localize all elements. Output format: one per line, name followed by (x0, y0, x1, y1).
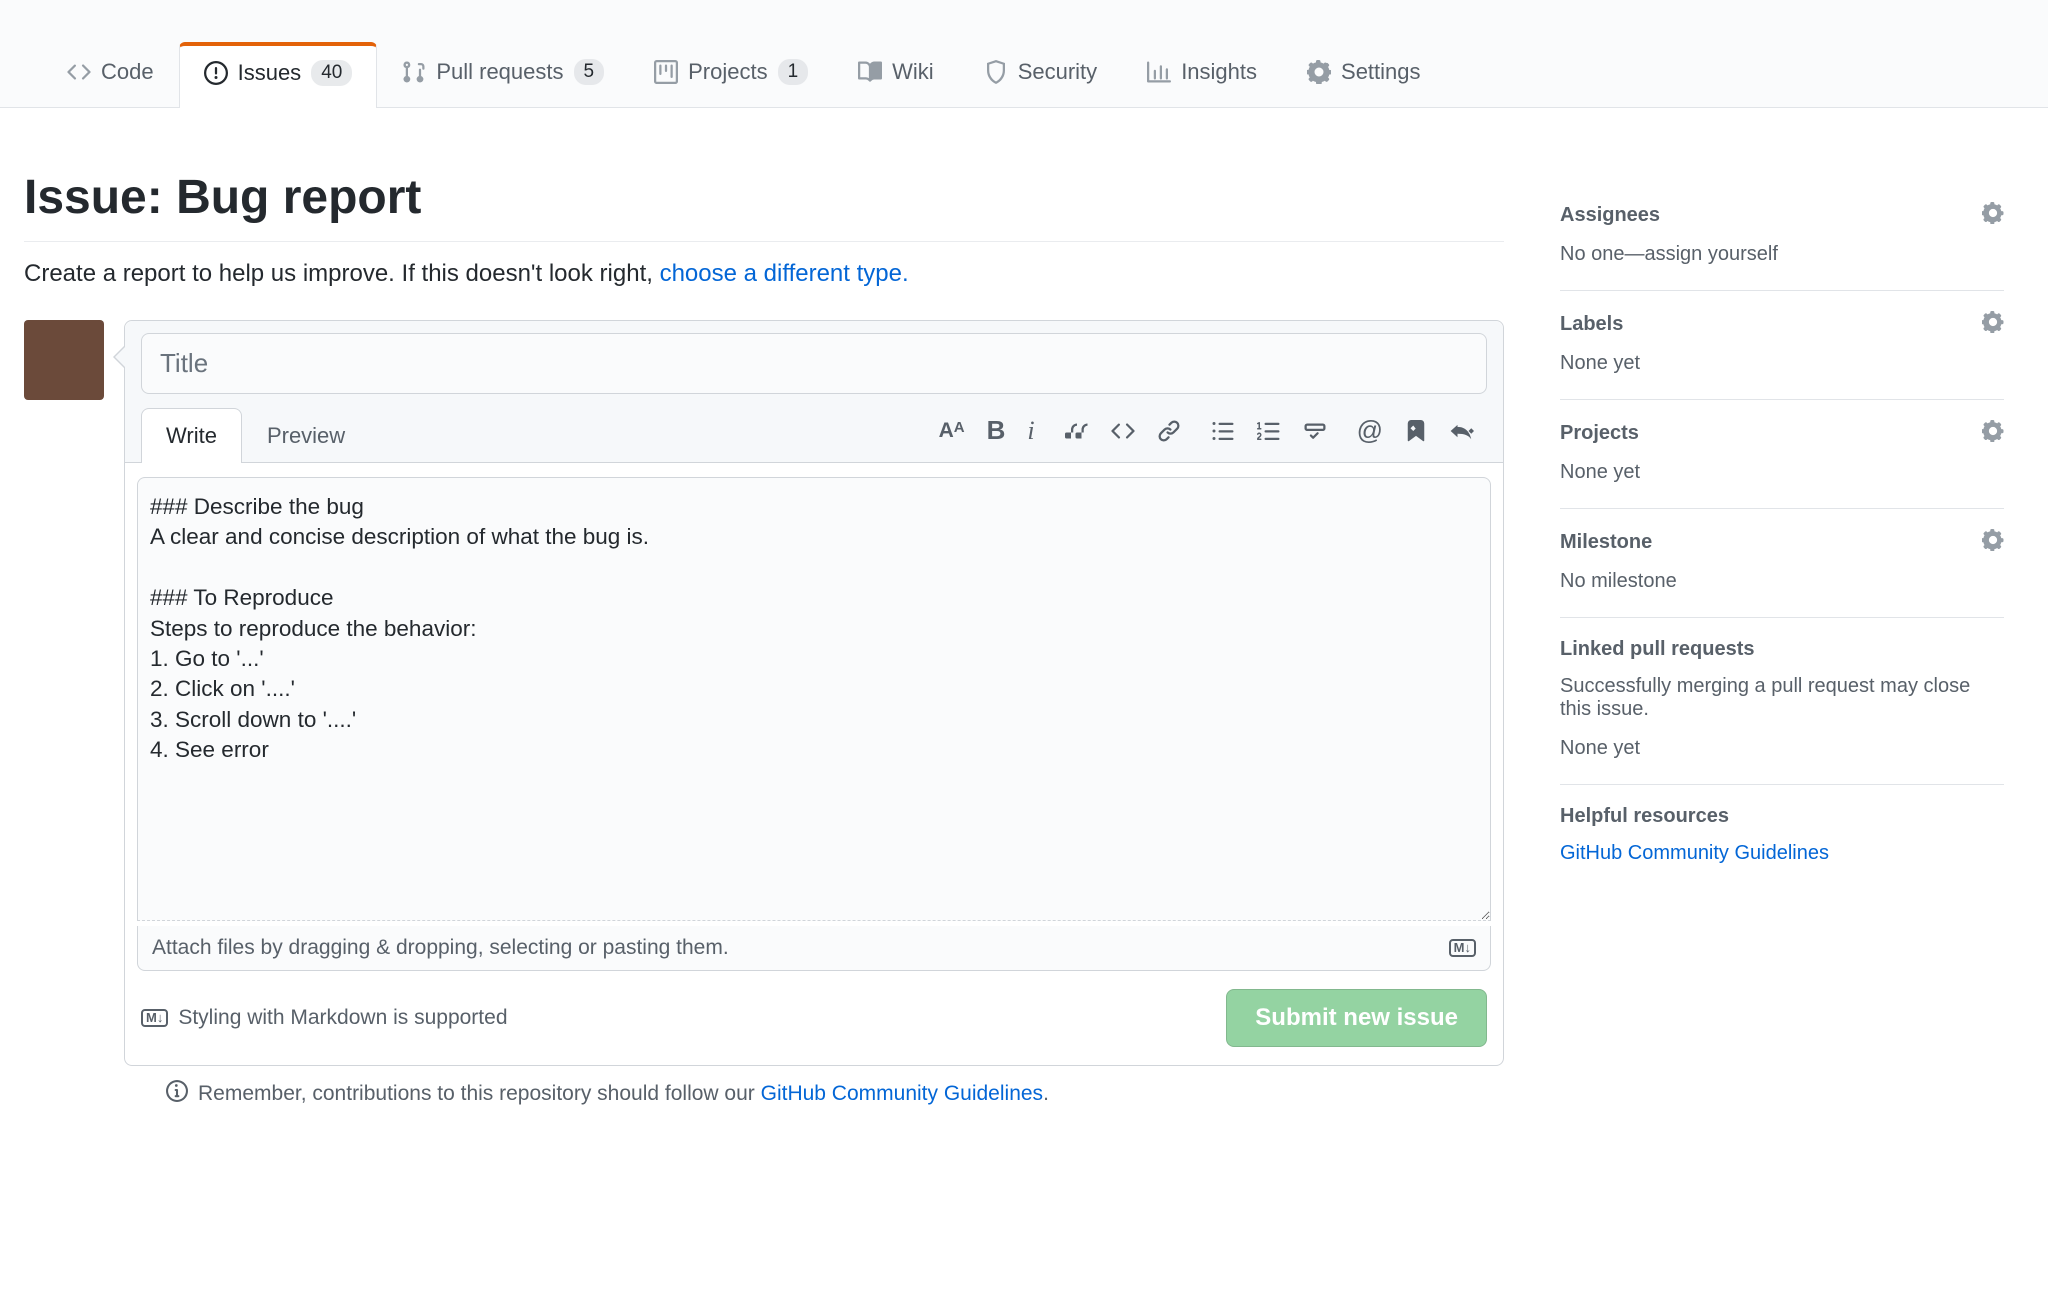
task-list-icon[interactable] (1303, 419, 1327, 443)
labels-text: None yet (1560, 352, 2004, 375)
preview-tab[interactable]: Preview (242, 408, 370, 463)
assignees-text[interactable]: No one—assign yourself (1560, 243, 2004, 266)
project-icon (654, 60, 678, 84)
attach-files-bar[interactable]: Attach files by dragging & dropping, sel… (137, 926, 1491, 971)
tab-issues[interactable]: Issues 40 (179, 42, 378, 108)
projects-count-badge: 1 (778, 59, 809, 85)
projects-gear-icon[interactable] (1982, 420, 2004, 447)
reply-icon[interactable] (1449, 420, 1477, 442)
tab-projects[interactable]: Projects 1 (629, 40, 833, 107)
page-title: Issue: Bug report (24, 170, 1504, 242)
shield-icon (984, 60, 1008, 84)
issue-opened-icon (204, 61, 228, 85)
pr-count-badge: 5 (574, 59, 605, 85)
submit-new-issue-button[interactable]: Submit new issue (1226, 989, 1487, 1047)
heading-icon[interactable]: AA (939, 419, 965, 443)
saved-reply-icon[interactable] (1405, 420, 1427, 442)
list-ordered-icon[interactable] (1257, 419, 1281, 443)
git-pull-request-icon (402, 60, 426, 84)
choose-different-type-link[interactable]: choose a different type. (660, 260, 909, 287)
book-icon (858, 60, 882, 84)
markdown-icon: M↓ (1449, 939, 1476, 957)
milestone-gear-icon[interactable] (1982, 529, 2004, 556)
quote-icon[interactable] (1065, 419, 1089, 443)
info-icon (166, 1080, 188, 1108)
markdown-hint[interactable]: M↓ Styling with Markdown is supported (141, 1006, 508, 1030)
linked-pr-heading: Linked pull requests (1560, 638, 1754, 661)
linked-pr-desc: Successfully merging a pull request may … (1560, 675, 2004, 721)
gear-icon (1307, 60, 1331, 84)
assignees-heading: Assignees (1560, 204, 1660, 227)
tab-code-label: Code (101, 59, 154, 85)
milestone-text: No milestone (1560, 570, 2004, 593)
milestone-heading: Milestone (1560, 531, 1652, 554)
assignees-gear-icon[interactable] (1982, 202, 2004, 229)
issue-editor: Write Preview AA B i (124, 320, 1504, 1066)
code-icon[interactable] (1111, 419, 1135, 443)
link-icon[interactable] (1157, 419, 1181, 443)
linked-pr-text: None yet (1560, 737, 2004, 760)
projects-text: None yet (1560, 461, 2004, 484)
community-guidelines-link[interactable]: GitHub Community Guidelines (761, 1082, 1043, 1105)
labels-gear-icon[interactable] (1982, 311, 2004, 338)
tab-insights-label: Insights (1181, 59, 1257, 85)
tab-code[interactable]: Code (42, 40, 179, 107)
tab-pull-requests[interactable]: Pull requests 5 (377, 40, 629, 107)
contribution-note: Remember, contributions to this reposito… (24, 1066, 1504, 1108)
tab-security[interactable]: Security (959, 40, 1122, 107)
italic-icon[interactable]: i (1027, 416, 1034, 446)
issues-count-badge: 40 (311, 60, 352, 86)
tab-projects-label: Projects (688, 59, 767, 85)
helpful-link[interactable]: GitHub Community Guidelines (1560, 842, 1829, 864)
tab-wiki-label: Wiki (892, 59, 934, 85)
tab-issues-label: Issues (238, 60, 302, 86)
issue-body-textarea[interactable] (137, 477, 1491, 921)
markdown-icon: M↓ (141, 1009, 168, 1027)
mention-icon[interactable]: @ (1357, 415, 1383, 446)
graph-icon (1147, 60, 1171, 84)
list-unordered-icon[interactable] (1211, 419, 1235, 443)
tab-settings[interactable]: Settings (1282, 40, 1446, 107)
repo-nav: Code Issues 40 Pull requests 5 Projects … (0, 0, 2048, 108)
projects-heading: Projects (1560, 422, 1639, 445)
tab-settings-label: Settings (1341, 59, 1421, 85)
tab-security-label: Security (1018, 59, 1097, 85)
avatar (24, 320, 104, 400)
bold-icon[interactable]: B (987, 415, 1006, 446)
tab-insights[interactable]: Insights (1122, 40, 1282, 107)
issue-title-input[interactable] (141, 333, 1487, 394)
code-icon (67, 60, 91, 84)
tab-wiki[interactable]: Wiki (833, 40, 959, 107)
labels-heading: Labels (1560, 313, 1623, 336)
helpful-heading: Helpful resources (1560, 805, 1729, 828)
write-tab[interactable]: Write (141, 408, 242, 463)
tab-pr-label: Pull requests (436, 59, 563, 85)
page-subtitle: Create a report to help us improve. If t… (24, 260, 1504, 288)
